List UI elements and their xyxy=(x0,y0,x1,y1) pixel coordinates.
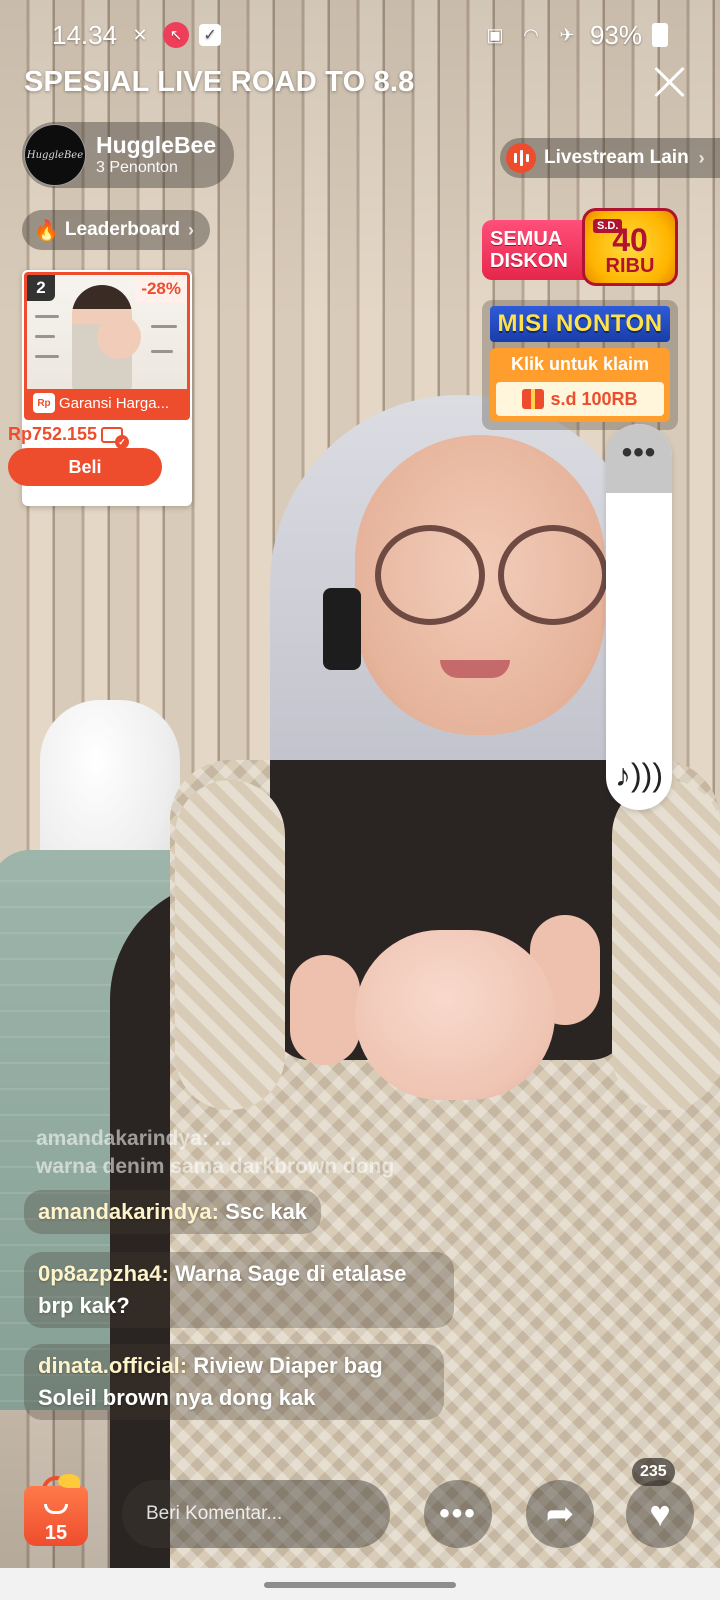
product-image-text-line xyxy=(35,335,55,338)
chat-text: Ssc kak xyxy=(218,1199,308,1224)
discount-amount-badge: S.D. 40 RIBU xyxy=(582,208,678,286)
more-dots-icon: ••• xyxy=(439,1497,477,1530)
flame-icon: 🔥 xyxy=(34,219,59,242)
clock: 14.34 xyxy=(52,19,118,50)
discount-banner[interactable]: SEMUA DISKON S.D. 40 RIBU xyxy=(482,208,678,286)
product-image-text-line xyxy=(151,325,177,328)
close-icon[interactable] xyxy=(650,62,690,102)
chevron-right-icon: › xyxy=(698,147,705,168)
chat-username: dinata.official: xyxy=(38,1353,188,1378)
claim-reward-button[interactable]: Klik untuk klaim s.d 100RB xyxy=(490,348,670,422)
music-volume-icon[interactable]: ♪))) xyxy=(606,757,672,794)
avatar[interactable]: HuggleBee xyxy=(24,124,86,186)
claim-label: Klik untuk klaim xyxy=(510,354,650,374)
other-livestream-label: Livestream Lain xyxy=(544,147,689,168)
more-button[interactable]: ••• xyxy=(424,1480,492,1548)
live-title: SPESIAL LIVE ROAD TO 8.8 xyxy=(24,66,415,98)
reward-label: s.d 100RB xyxy=(550,388,638,409)
mission-title: MISI NONTON xyxy=(490,306,670,342)
wifi-icon: ◠ xyxy=(523,24,539,45)
product-rank-badge: 2 xyxy=(27,275,55,301)
discount-line2: DISKON xyxy=(490,250,568,272)
price-guarantee-bar: Rp Garansi Harga... xyxy=(27,389,187,417)
host-profile[interactable]: HuggleBee HuggleBee 3 Penonton xyxy=(22,122,234,188)
glasses-left-lens xyxy=(375,525,485,625)
host-lips xyxy=(440,660,510,678)
gift-icon xyxy=(522,389,545,409)
like-count: 235 xyxy=(632,1458,675,1486)
avatar-logo-text: HuggleBee xyxy=(26,149,84,161)
shopping-bag-button[interactable]: 15 xyxy=(24,1474,90,1548)
reward-amount: s.d 100RB xyxy=(496,382,664,416)
chat-faded-line: warna denim sama darkbrown dong xyxy=(36,1155,395,1178)
discount-line1: SEMUA xyxy=(490,228,563,250)
chat-username: 0p8azpzha4: xyxy=(38,1261,169,1286)
share-arrow-icon: ➦ xyxy=(545,1495,575,1533)
notification-icon: ✕ xyxy=(132,24,148,45)
share-button[interactable]: ➦ xyxy=(526,1480,594,1548)
volume-slider[interactable]: ••• ♪))) xyxy=(606,424,672,810)
other-livestream-button[interactable]: Livestream Lain › xyxy=(500,138,720,178)
rupiah-shield-icon: Rp xyxy=(33,393,55,413)
status-right: ▣ ◠ ✈ 93% xyxy=(482,20,668,51)
status-bar: 14.34 ✕ ↖ ✓ ▣ ◠ ✈ 93% xyxy=(0,0,720,70)
shopee-icon: ↖ xyxy=(163,22,190,48)
bag-smile xyxy=(44,1504,68,1514)
product-image[interactable]: 2 -28% Rp Garansi Harga... xyxy=(24,272,190,420)
product-image-text-line xyxy=(35,355,59,358)
clip-microphone xyxy=(323,588,361,670)
chat-message: dinata.official: Riview Diaper bag Solei… xyxy=(24,1344,444,1420)
leaderboard-button[interactable]: 🔥 Leaderboard › xyxy=(22,210,210,250)
host-name: HuggleBee xyxy=(96,132,217,158)
discount-badge: -28% xyxy=(135,275,187,303)
chat-faded-line: amandakarindya: ... xyxy=(36,1127,233,1150)
voucher-icon xyxy=(101,426,130,449)
chat-message: 0p8azpzha4: Warna Sage di etalase brp ka… xyxy=(24,1252,454,1328)
status-left: 14.34 ✕ ↖ ✓ xyxy=(52,19,222,51)
leaderboard-label: Leaderboard xyxy=(64,219,180,240)
chat-message: amandakarindya: Ssc kak xyxy=(24,1190,322,1234)
bag-bow xyxy=(58,1474,80,1488)
battery-percent: 93% xyxy=(589,19,642,50)
home-gesture-handle[interactable] xyxy=(264,1582,456,1588)
discount-unit: RIBU xyxy=(605,255,655,277)
cart-count: 15 xyxy=(44,1522,68,1544)
product-price: Rp752.155 xyxy=(8,424,98,444)
product-image-text-line xyxy=(151,350,173,353)
doll-head xyxy=(355,930,555,1100)
chevron-right-icon: › xyxy=(188,219,194,240)
chat-faded-message: amandakarindya: ... warna denim sama dar… xyxy=(36,1125,456,1181)
watch-mission-card[interactable]: MISI NONTON Klik untuk klaim s.d 100RB xyxy=(482,300,678,430)
heart-icon: ♥ xyxy=(649,1493,671,1534)
glasses-right-lens xyxy=(498,525,608,625)
live-bars-icon xyxy=(506,143,536,173)
shopping-bag-icon: 15 xyxy=(24,1486,88,1546)
host-info: HuggleBee 3 Penonton xyxy=(96,132,216,178)
price-guarantee-label: Garansi Harga... xyxy=(59,394,170,412)
product-baby xyxy=(97,315,141,359)
like-button[interactable]: ♥ xyxy=(626,1480,694,1548)
buy-button[interactable]: Beli xyxy=(8,448,162,486)
product-price-row: Rp752.155 xyxy=(8,424,130,449)
carrier-strap-right xyxy=(612,780,720,1110)
discount-sd: S.D. xyxy=(593,219,623,233)
airplane-icon: ✈ xyxy=(559,24,575,45)
check-box-icon: ✓ xyxy=(199,24,222,46)
viewer-count: 3 Penonton xyxy=(96,159,178,176)
battery-icon xyxy=(652,23,668,47)
battery-saver-icon: ▣ xyxy=(486,24,504,45)
more-options-icon[interactable]: ••• xyxy=(606,438,672,468)
chat-username: amandakarindya: xyxy=(38,1199,219,1224)
doll-hand-left xyxy=(290,955,360,1065)
comment-input[interactable] xyxy=(122,1480,390,1548)
discount-banner-text: SEMUA DISKON xyxy=(482,220,594,280)
carrier-strap-left xyxy=(175,780,285,1110)
product-image-text-line xyxy=(35,315,59,318)
